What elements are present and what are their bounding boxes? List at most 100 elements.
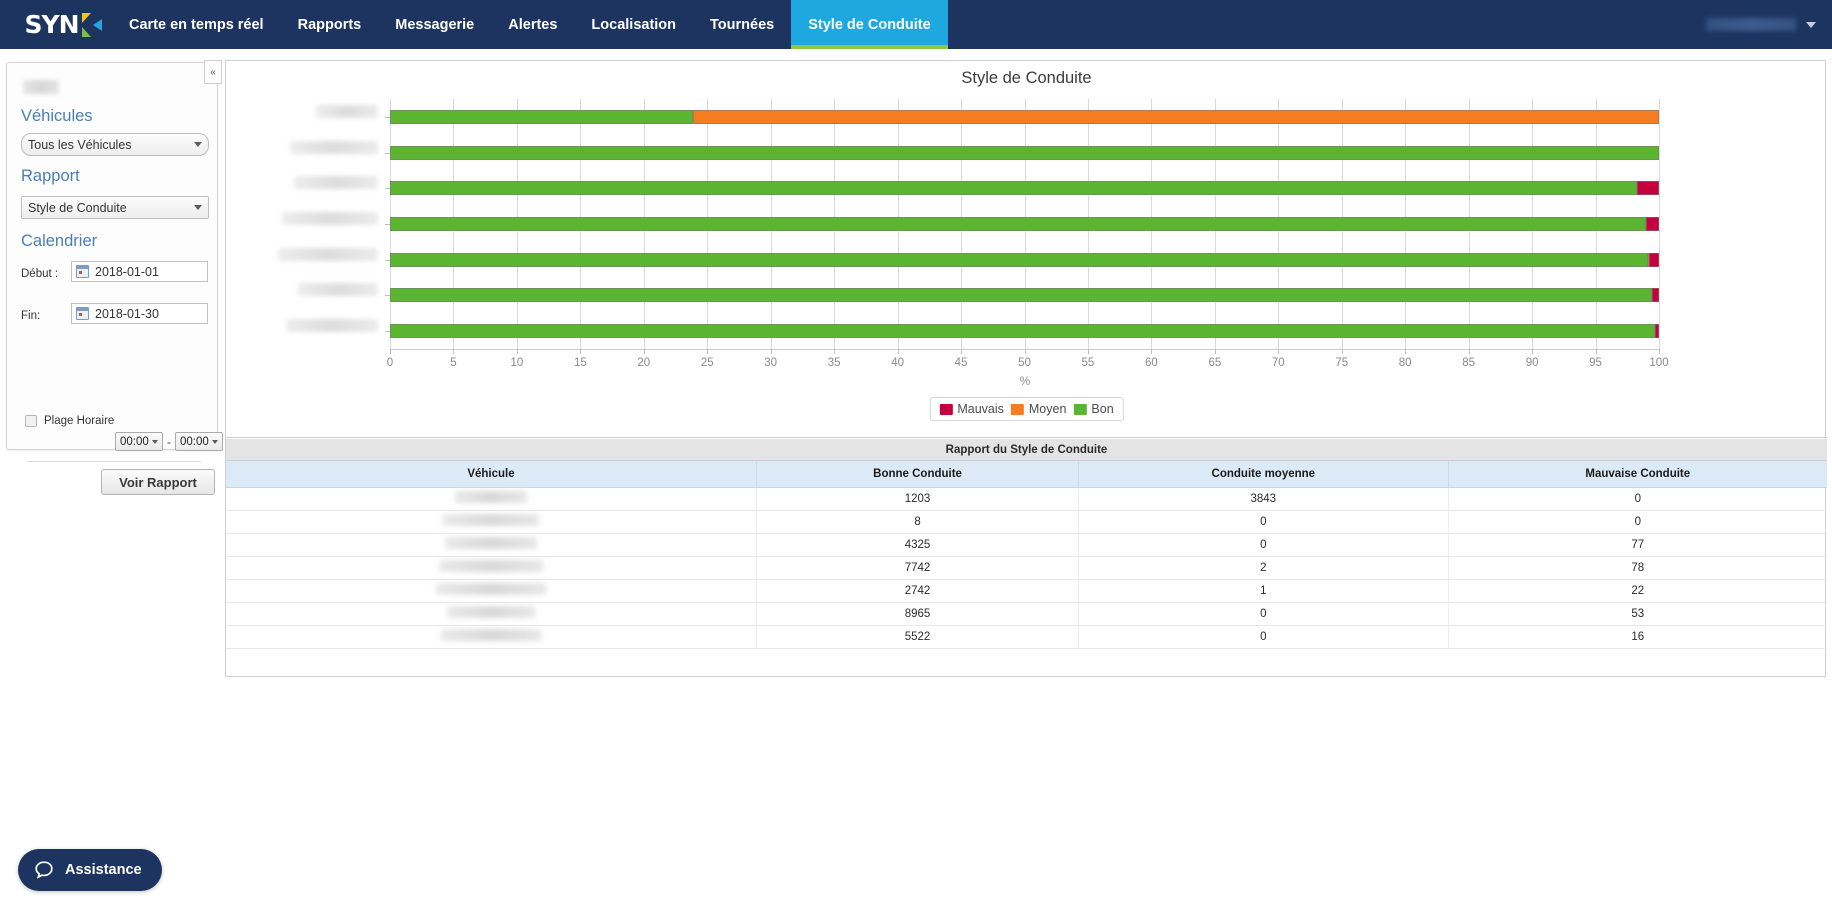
nav-item-localisation[interactable]: Localisation <box>574 0 693 49</box>
chart-bar-row[interactable] <box>390 252 1660 267</box>
chart-legend: Mauvais Moyen Bon <box>929 397 1124 421</box>
chart-bar-segment-bon[interactable] <box>390 217 1647 231</box>
chart-x-tick-label: 70 <box>1271 357 1285 369</box>
chart-bar-row[interactable] <box>390 145 1659 160</box>
table-row[interactable]: 4325 0 77 <box>226 533 1827 557</box>
chart-bar-row[interactable] <box>390 181 1659 196</box>
chart-bar-row[interactable] <box>390 109 1659 124</box>
chart-x-tick <box>1278 349 1280 354</box>
vehicles-select[interactable]: Tous les Véhicules <box>21 133 209 156</box>
chart-bar-segment-bon[interactable] <box>390 288 1652 303</box>
table-row[interactable]: 1203 3843 0 <box>226 487 1827 511</box>
start-date-label: Début : <box>21 268 59 280</box>
calendar-heading: Calendrier <box>21 232 98 250</box>
sidebar-collapse-button[interactable]: « <box>204 60 222 84</box>
chart-gridline <box>1659 99 1660 349</box>
cell-conduite-moyenne: 1 <box>1078 579 1449 603</box>
cell-conduite-moyenne: 0 <box>1078 510 1449 534</box>
chart-x-tick-label: 90 <box>1525 357 1539 369</box>
logo-x-icon <box>80 12 102 37</box>
column-header-conduite-moyenne[interactable]: Conduite moyenne <box>1078 461 1449 488</box>
chart-bar-row[interactable] <box>390 324 1659 339</box>
chevron-down-icon <box>194 142 202 147</box>
cell-conduite-moyenne: 0 <box>1078 533 1449 557</box>
time-from-select[interactable]: 00:00 <box>115 432 163 451</box>
top-navigation-bar: SYN Carte en temps réel Rapports Message… <box>0 0 1832 49</box>
chart-bar-segment-bon[interactable] <box>390 252 1649 267</box>
vehicle-name-redacted <box>443 514 539 526</box>
user-menu[interactable] <box>1706 0 1832 49</box>
nav-item-carte-en-temps-reel[interactable]: Carte en temps réel <box>112 0 281 49</box>
chart-bar-segment-mauvais[interactable] <box>1646 217 1660 231</box>
report-select[interactable]: Style de Conduite <box>21 196 209 219</box>
end-date-input[interactable]: 2018-01-30 <box>71 303 208 324</box>
chart-bar-segment-bon[interactable] <box>390 324 1656 339</box>
end-date-label: Fin: <box>21 310 41 322</box>
chart-bar-segment-mauvais[interactable] <box>1655 324 1659 339</box>
cell-vehicule <box>226 556 757 580</box>
chart-x-tick <box>516 349 518 354</box>
assistance-button[interactable]: Assistance <box>18 849 162 891</box>
chart-bar-row[interactable] <box>390 217 1660 231</box>
chart-x-tick-label: 75 <box>1335 357 1349 369</box>
legend-item-moyen[interactable]: Moyen <box>1010 402 1066 416</box>
chart-bar-segment-mauvais[interactable] <box>1636 181 1659 196</box>
chart-x-tick-label: 30 <box>764 357 778 369</box>
start-date-input[interactable]: 2018-01-01 <box>71 261 208 282</box>
legend-item-bon[interactable]: Bon <box>1073 402 1114 416</box>
nav-item-rapports[interactable]: Rapports <box>281 0 379 49</box>
cell-mauvaise-conduite: 0 <box>1448 487 1827 511</box>
chart-y-tick <box>385 188 390 190</box>
column-header-mauvaise-conduite[interactable]: Mauvaise Conduite <box>1448 461 1827 488</box>
chart-bar-segment-mauvais[interactable] <box>1648 252 1660 267</box>
chart-x-tick <box>770 349 772 354</box>
table-row[interactable]: 8965 0 53 <box>226 602 1827 626</box>
cell-vehicule <box>226 510 757 534</box>
assistance-label: Assistance <box>65 862 142 878</box>
chart-x-tick <box>1405 349 1407 354</box>
cell-mauvaise-conduite: 16 <box>1448 625 1827 649</box>
table-row[interactable]: 5522 0 16 <box>226 625 1827 649</box>
chart-y-tick <box>385 152 390 154</box>
sidebar-divider <box>27 461 201 462</box>
table-row[interactable]: 7742 2 78 <box>226 556 1827 580</box>
view-report-button[interactable]: Voir Rapport <box>101 469 215 495</box>
calendar-icon[interactable] <box>76 265 89 278</box>
chart-x-tick <box>1087 349 1089 354</box>
chart-y-tick <box>385 116 390 118</box>
chart-bar-segment-moyen[interactable] <box>692 109 1659 124</box>
column-header-vehicule[interactable]: Véhicule <box>226 461 757 488</box>
legend-label: Mauvais <box>957 402 1004 416</box>
chart-bar-segment-bon[interactable] <box>390 181 1637 196</box>
calendar-icon[interactable] <box>76 307 89 320</box>
chevron-down-icon <box>1806 21 1816 28</box>
nav-item-messagerie[interactable]: Messagerie <box>378 0 491 49</box>
nav-item-style-de-conduite[interactable]: Style de Conduite <box>791 0 948 49</box>
time-to-value: 00:00 <box>180 435 209 448</box>
nav-item-tournees[interactable]: Tournées <box>693 0 791 49</box>
cell-conduite-moyenne: 3843 <box>1078 487 1449 511</box>
chart-bar-row[interactable] <box>390 288 1659 303</box>
time-from-value: 00:00 <box>120 435 149 448</box>
time-to-select[interactable]: 00:00 <box>175 432 223 451</box>
app-logo[interactable]: SYN <box>0 0 112 49</box>
chart-x-tick-label: 85 <box>1462 357 1476 369</box>
logo-text: SYN <box>24 10 79 39</box>
vehicle-name-redacted <box>455 491 527 503</box>
time-range-checkbox[interactable] <box>25 415 37 427</box>
chart-bar-segment-bon[interactable] <box>390 145 1659 160</box>
legend-item-mauvais[interactable]: Mauvais <box>939 402 1004 416</box>
table-row[interactable]: 2742 1 22 <box>226 579 1827 603</box>
table-row[interactable]: 800 <box>226 510 1827 534</box>
chevron-down-icon <box>152 439 158 444</box>
column-header-bonne-conduite[interactable]: Bonne Conduite <box>756 461 1080 488</box>
chart-x-axis-label: % <box>1019 374 1031 388</box>
chart-x-tick <box>961 349 963 354</box>
vehicles-select-value: Tous les Véhicules <box>28 137 132 152</box>
start-date-value: 2018-01-01 <box>95 264 159 279</box>
legend-swatch-bon <box>1073 403 1087 415</box>
sidebar-title-redacted <box>23 80 59 94</box>
chart-bar-segment-bon[interactable] <box>390 109 693 124</box>
nav-item-alertes[interactable]: Alertes <box>491 0 574 49</box>
chart-bar-segment-mauvais[interactable] <box>1651 288 1659 303</box>
